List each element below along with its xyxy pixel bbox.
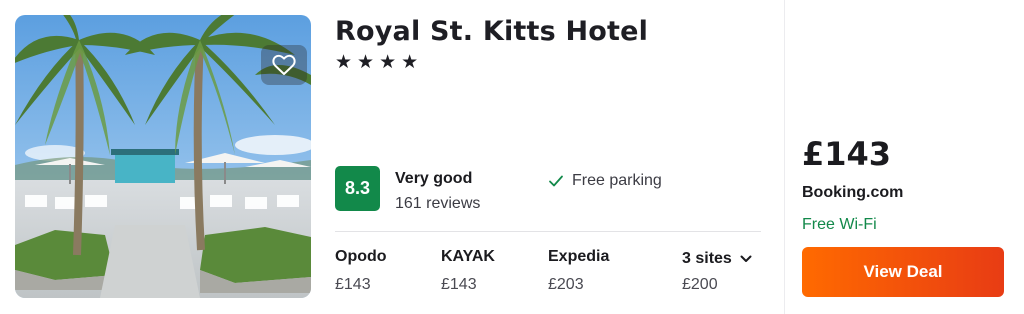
heart-icon [272, 54, 296, 75]
provider-name: Expedia [548, 248, 610, 265]
star-icon: ★ [335, 51, 353, 73]
divider [335, 231, 761, 232]
hotel-name[interactable]: Royal St. Kitts Hotel [335, 16, 648, 47]
deal-price[interactable]: £143 [802, 135, 891, 173]
star-icon: ★ [379, 51, 397, 73]
check-icon [549, 175, 563, 187]
star-rating: ★ ★ ★ ★ [335, 51, 418, 73]
star-icon: ★ [401, 51, 419, 73]
more-sites[interactable]: 3 sites £200 [682, 250, 752, 294]
provider-price: £203 [548, 276, 584, 293]
provider-price: £143 [441, 276, 477, 293]
hotel-result-card: Royal St. Kitts Hotel ★ ★ ★ ★ 8.3 Very g… [0, 0, 1024, 314]
provider-expedia[interactable]: Expedia £203 [548, 248, 609, 294]
more-sites-label: 3 sites [682, 250, 732, 267]
chevron-down-icon [740, 255, 752, 262]
more-sites-price: £200 [682, 276, 718, 293]
column-divider [784, 0, 785, 314]
provider-opodo[interactable]: Opodo £143 [335, 248, 387, 294]
amenity-label: Free parking [572, 172, 662, 189]
view-deal-button[interactable]: View Deal [802, 247, 1004, 297]
provider-name: Opodo [335, 248, 387, 265]
provider-kayak[interactable]: KAYAK £143 [441, 248, 495, 294]
rating-label: Very good [395, 170, 473, 187]
deal-provider: Booking.com [802, 184, 904, 201]
review-count[interactable]: 161 reviews [395, 195, 480, 213]
rating-score-badge[interactable]: 8.3 [335, 166, 380, 211]
provider-price: £143 [335, 276, 371, 293]
favorite-button[interactable] [261, 45, 307, 85]
amenity-free-parking: Free parking [548, 172, 662, 190]
more-sites-button[interactable]: 3 sites [682, 250, 752, 268]
provider-name: KAYAK [441, 248, 495, 265]
hotel-photo[interactable] [15, 15, 311, 298]
deal-amenity: Free Wi-Fi [802, 216, 877, 233]
star-icon: ★ [357, 51, 375, 73]
